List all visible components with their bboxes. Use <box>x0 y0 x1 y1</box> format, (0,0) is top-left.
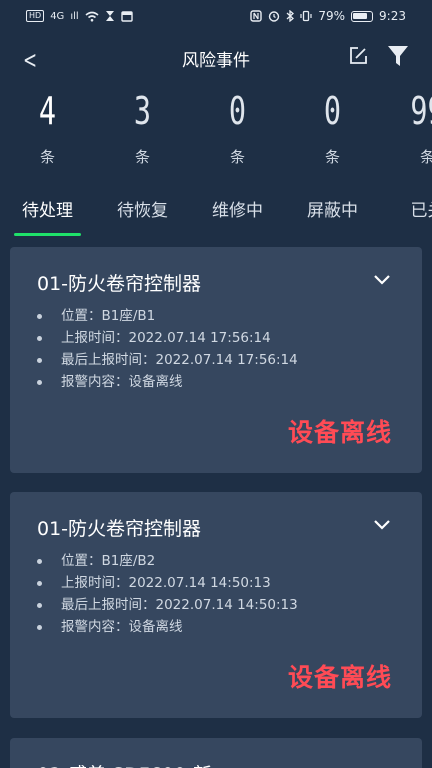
event-card[interactable]: 01-防火卷帘控制器 位置：B1座/B2 上报时间：2022.07.14 14:… <box>10 492 422 718</box>
screen: HD 4G ıll 79% 9:23 < 风险事件 4 条 3 条 0 条 0 … <box>0 0 432 768</box>
network-type: 4G <box>50 10 65 22</box>
count-unit: 条 <box>419 148 432 166</box>
count-unit: 条 <box>324 148 340 166</box>
nfc-icon <box>250 10 263 22</box>
count-unit: 条 <box>134 148 150 166</box>
app-header: < 风险事件 <box>0 36 432 80</box>
bluetooth-icon <box>286 10 295 22</box>
count-shielded[interactable]: 0 条 <box>285 88 380 167</box>
alarm-icon <box>269 11 280 22</box>
tab-pending[interactable]: 待处理 <box>0 196 95 236</box>
page-title: 风险事件 <box>182 50 250 71</box>
tab-recovering[interactable]: 待恢复 <box>95 196 190 236</box>
device-name: 02-感着 SDF600-新 <box>37 760 395 768</box>
header-actions <box>346 44 410 68</box>
count-pending[interactable]: 4 条 <box>0 88 95 167</box>
chevron-down-icon[interactable] <box>372 273 392 287</box>
edit-icon[interactable] <box>346 44 370 68</box>
chevron-down-icon[interactable] <box>372 518 392 532</box>
status-tabs: 待处理 待恢复 维修中 屏蔽中 已关 <box>0 196 432 236</box>
detail-location: 位置：B1座/B1 <box>37 305 395 327</box>
detail-report-time: 上报时间：2022.07.14 17:56:14 <box>37 327 395 349</box>
signal-icon: ıll <box>70 10 79 22</box>
back-icon[interactable]: < <box>23 46 37 74</box>
tab-closed[interactable]: 已关 <box>380 196 432 236</box>
battery-percent: 79% <box>318 9 346 23</box>
count-value: 4 <box>38 89 57 133</box>
status-right: 79% 9:23 <box>250 9 406 23</box>
wifi-icon <box>85 11 99 21</box>
tab-shielded[interactable]: 屏蔽中 <box>285 196 380 236</box>
event-card[interactable]: 02-感着 SDF600-新 <box>10 738 422 768</box>
count-recovering[interactable]: 3 条 <box>95 88 190 167</box>
detail-last-report-time: 最后上报时间：2022.07.14 17:56:14 <box>37 349 395 371</box>
count-unit: 条 <box>229 148 245 166</box>
status-left: HD 4G ıll <box>26 10 133 22</box>
count-value: 0 <box>228 89 247 133</box>
hd-badge: HD <box>26 10 45 22</box>
status-badge: 设备离线 <box>287 663 392 692</box>
detail-location: 位置：B1座/B2 <box>37 550 395 572</box>
calendar-icon <box>120 11 133 22</box>
event-details: 位置：B1座/B1 上报时间：2022.07.14 17:56:14 最后上报时… <box>37 305 395 393</box>
detail-alarm: 报警内容：设备离线 <box>37 371 395 393</box>
count-value: 99 <box>410 89 432 133</box>
event-details: 位置：B1座/B2 上报时间：2022.07.14 14:50:13 最后上报时… <box>37 550 395 638</box>
count-summary: 4 条 3 条 0 条 0 条 99 条 <box>0 88 432 167</box>
count-value: 3 <box>133 89 152 133</box>
count-repairing[interactable]: 0 条 <box>190 88 285 167</box>
count-value: 0 <box>323 89 342 133</box>
status-badge: 设备离线 <box>287 418 392 447</box>
device-name: 01-防火卷帘控制器 <box>37 518 202 540</box>
hourglass-icon <box>105 11 114 21</box>
count-unit: 条 <box>39 148 55 166</box>
count-closed[interactable]: 99 条 <box>380 88 432 167</box>
tab-repairing[interactable]: 维修中 <box>190 196 285 236</box>
status-bar: HD 4G ıll 79% 9:23 <box>0 0 432 32</box>
detail-alarm: 报警内容：设备离线 <box>37 616 395 638</box>
filter-icon[interactable] <box>386 44 410 68</box>
clock: 9:23 <box>379 9 406 23</box>
battery-icon <box>351 10 374 22</box>
device-name: 01-防火卷帘控制器 <box>37 273 202 295</box>
detail-report-time: 上报时间：2022.07.14 14:50:13 <box>37 572 395 594</box>
vibrate-icon <box>300 10 312 22</box>
event-card[interactable]: 01-防火卷帘控制器 位置：B1座/B1 上报时间：2022.07.14 17:… <box>10 247 422 473</box>
detail-last-report-time: 最后上报时间：2022.07.14 14:50:13 <box>37 594 395 616</box>
